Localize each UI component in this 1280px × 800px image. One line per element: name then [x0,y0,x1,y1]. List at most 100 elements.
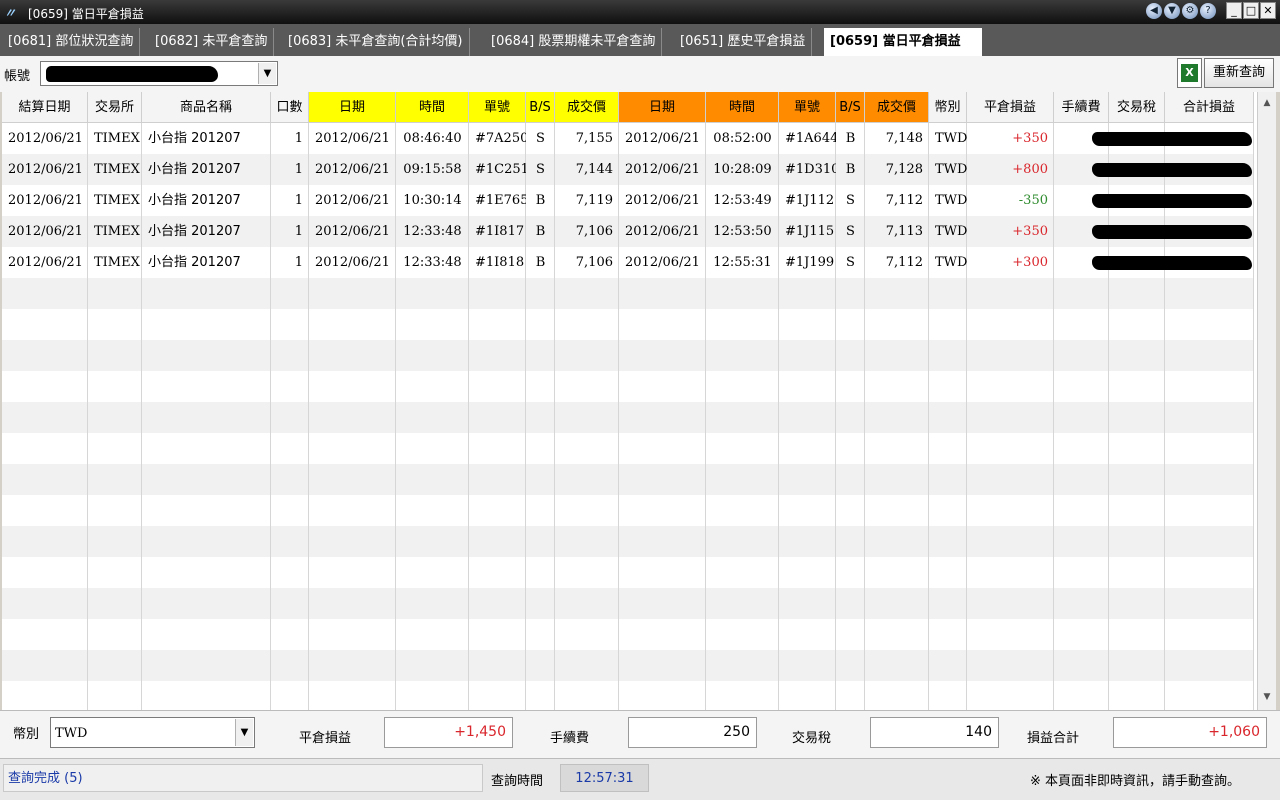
column-header[interactable]: 單號 [469,92,526,123]
download-icon[interactable]: ▼ [1164,3,1180,19]
table-cell: 7,148 [885,131,923,146]
export-excel-button[interactable]: X [1177,58,1202,88]
column-header[interactable]: 交易稅 [1109,92,1165,123]
tax-value: 140 [870,717,999,748]
redaction-scribble [1092,194,1252,208]
pnl-label: 平倉損益 [299,731,352,746]
redaction-scribble [1092,132,1252,146]
table-cell: 08:46:40 [403,131,462,146]
column-header[interactable]: 時間 [706,92,779,123]
table-cell: 7,106 [575,224,613,239]
vertical-scrollbar[interactable]: ▲ ▼ [1257,92,1276,710]
help-icon[interactable]: ? [1200,3,1216,19]
table-cell: 10:30:14 [403,193,462,208]
table-cell: B [535,224,546,239]
query-time-value: 12:57:31 [560,764,649,792]
currency-select[interactable]: TWD ▼ [50,717,255,748]
column-header[interactable]: 交易所 [88,92,142,123]
table-cell: -350 [1018,193,1048,208]
table-cell: 12:53:49 [713,193,772,208]
currency-label: 幣別 [13,727,40,742]
table-cell: 7,112 [885,193,923,208]
tab-0681[interactable]: [0681] 部位狀況查詢 [2,28,141,56]
table-cell: 2012/06/21 [625,193,700,208]
column-header[interactable]: 幣別 [929,92,967,123]
column-header[interactable]: 成交價 [865,92,929,123]
tax-label: 交易稅 [792,731,832,746]
chevron-down-icon[interactable]: ▼ [258,63,276,84]
table-cell: TIMEX [94,224,140,239]
table-cell: 12:33:48 [403,255,462,270]
redaction-scribble [1092,225,1252,239]
column-header[interactable]: 平倉損益 [967,92,1054,123]
column-header[interactable]: 單號 [779,92,836,123]
pnl-value: +1,450 [384,717,513,748]
table-cell: #1I818 [475,255,525,270]
table-cell: 2012/06/21 [315,224,390,239]
table-cell: 2012/06/21 [625,162,700,177]
table-cell: TWD [935,193,967,208]
tab-bar: [0681] 部位狀況查詢 [0682] 未平倉查詢 [0683] 未平倉查詢(… [0,24,1280,56]
table-cell: #1A644 [785,131,836,146]
column-header[interactable]: 口數 [271,92,309,123]
table-cell: 09:15:58 [403,162,462,177]
table-cell: B [845,131,856,146]
app-logo-icon: 〃 [4,6,17,20]
table-cell: 1 [294,162,303,177]
query-time-label: 查詢時間 [491,774,544,789]
table-cell: 2012/06/21 [8,255,83,270]
redaction-scribble [1092,256,1252,270]
settings-icon[interactable]: ⚙ [1182,3,1198,19]
tab-0683[interactable]: [0683] 未平倉查詢(合計均價) [282,28,470,56]
tab-0684[interactable]: [0684] 股票期權未平倉查詢 [485,28,663,56]
column-header[interactable]: 成交價 [555,92,619,123]
maximize-button[interactable]: □ [1243,2,1259,19]
table-cell: 1 [294,193,303,208]
table-cell: TWD [935,224,967,239]
column-header[interactable]: 商品名稱 [142,92,271,123]
manual-query-notice: ※ 本頁面非即時資訊，請手動查詢。 [1030,774,1241,789]
column-header[interactable]: 手續費 [1054,92,1109,123]
scroll-down-icon[interactable]: ▼ [1258,688,1276,706]
column-header[interactable]: 時間 [396,92,469,123]
status-message: 查詢完成 (5) [3,764,483,792]
refresh-button[interactable]: 重新查詢 [1204,58,1274,88]
tab-0651[interactable]: [0651] 歷史平倉損益 [674,28,813,56]
scroll-up-icon[interactable]: ▲ [1258,94,1276,112]
table-cell: 2012/06/21 [625,224,700,239]
table-cell: 2012/06/21 [8,224,83,239]
table-cell: +800 [1012,162,1048,177]
redaction-scribble [1092,163,1252,177]
total-value: +1,060 [1113,717,1267,748]
tab-0659[interactable]: [0659] 當日平倉損益 [824,28,982,56]
back-icon[interactable]: ◀ [1146,3,1162,19]
column-header[interactable]: B/S [836,92,865,123]
table-cell: #1C251 [475,162,526,177]
redacted-account [46,66,218,82]
table-cell: S [536,162,545,177]
table-cell: 小台指 201207 [148,193,241,208]
table-cell: 7,106 [575,255,613,270]
column-header[interactable]: 結算日期 [2,92,88,123]
status-bar: 查詢完成 (5) 查詢時間 12:57:31 ※ 本頁面非即時資訊，請手動查詢。 [0,758,1280,800]
table-cell: S [846,224,855,239]
currency-value: TWD [55,726,88,741]
table-cell: #1I817 [475,224,525,239]
table-cell: 2012/06/21 [315,193,390,208]
column-header[interactable]: B/S [526,92,555,123]
table-cell: 12:53:50 [713,224,772,239]
table-cell: 小台指 201207 [148,224,241,239]
column-header[interactable]: 日期 [619,92,706,123]
chevron-down-icon[interactable]: ▼ [235,719,253,746]
table-cell: S [846,193,855,208]
close-button[interactable]: ✕ [1260,2,1276,19]
tab-0682[interactable]: [0682] 未平倉查詢 [149,28,275,56]
window-title: [0659] 當日平倉損益 [28,7,144,21]
account-select[interactable]: ▼ [40,61,278,86]
table-cell: TIMEX [94,255,140,270]
table-cell: 2012/06/21 [8,131,83,146]
table-cell: TIMEX [94,162,140,177]
column-header[interactable]: 日期 [309,92,396,123]
column-header[interactable]: 合計損益 [1165,92,1254,123]
minimize-button[interactable]: _ [1226,2,1242,19]
